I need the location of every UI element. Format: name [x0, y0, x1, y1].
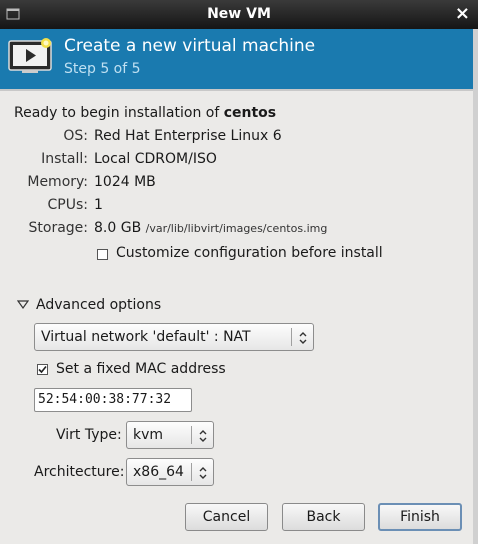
spin-arrows-icon — [299, 332, 307, 344]
architecture-value: x86_64 — [133, 464, 184, 480]
storage-label: Storage: — [28, 220, 89, 236]
expander-arrow-icon[interactable] — [17, 300, 29, 310]
virt-type-select[interactable]: kvm — [126, 421, 214, 449]
network-select-separator — [291, 328, 292, 346]
header-banner: Create a new virtual machine Step 5 of 5 — [0, 29, 478, 89]
vm-name: centos — [223, 105, 277, 121]
network-select[interactable]: Virtual network 'default' : NAT — [34, 323, 314, 351]
title-bar[interactable]: New VM × — [0, 0, 478, 29]
customize-label[interactable]: Customize configuration before install — [116, 245, 383, 261]
spin-arrows-icon — [199, 467, 207, 479]
virt-type-value: kvm — [133, 427, 164, 443]
window-title: New VM — [207, 6, 271, 22]
vm-monitor-icon — [8, 38, 52, 73]
banner-step: Step 5 of 5 — [64, 61, 141, 77]
install-value: Local CDROM/ISO — [94, 151, 217, 167]
fixed-mac-label[interactable]: Set a fixed MAC address — [56, 361, 226, 377]
network-select-value: Virtual network 'default' : NAT — [41, 329, 251, 345]
virt-type-label: Virt Type: — [56, 427, 122, 443]
window-border — [473, 29, 478, 544]
os-value: Red Hat Enterprise Linux 6 — [94, 128, 282, 144]
back-button[interactable]: Back — [282, 503, 365, 531]
storage-value: 8.0 GB — [94, 220, 142, 236]
virt-type-separator — [191, 426, 192, 444]
architecture-label: Architecture: — [34, 464, 125, 480]
install-label: Install: — [41, 151, 88, 167]
cpus-label: CPUs: — [47, 197, 88, 213]
ready-prefix: Ready to begin installation of — [14, 105, 220, 121]
header-divider — [0, 89, 478, 91]
advanced-options-expander[interactable]: Advanced options — [36, 297, 161, 313]
ready-text: Ready to begin installation of centos — [14, 105, 276, 121]
spin-arrows-icon — [199, 430, 207, 442]
memory-label: Memory: — [27, 174, 88, 190]
cancel-button[interactable]: Cancel — [185, 503, 268, 531]
close-icon[interactable]: × — [455, 3, 470, 24]
architecture-separator — [191, 463, 192, 481]
architecture-select[interactable]: x86_64 — [126, 458, 214, 486]
banner-heading: Create a new virtual machine — [64, 36, 316, 56]
memory-value: 1024 MB — [94, 174, 156, 190]
customize-checkbox[interactable] — [97, 249, 108, 260]
cpus-value: 1 — [94, 197, 103, 213]
mac-address-field[interactable]: 52:54:00:38:77:32 — [34, 388, 192, 412]
storage-value-group: 8.0 GB /var/lib/libvirt/images/centos.im… — [94, 220, 327, 236]
finish-button[interactable]: Finish — [378, 503, 462, 531]
fixed-mac-checkbox[interactable] — [37, 364, 48, 375]
os-label: OS: — [63, 128, 88, 144]
storage-path: /var/lib/libvirt/images/centos.img — [145, 222, 328, 235]
